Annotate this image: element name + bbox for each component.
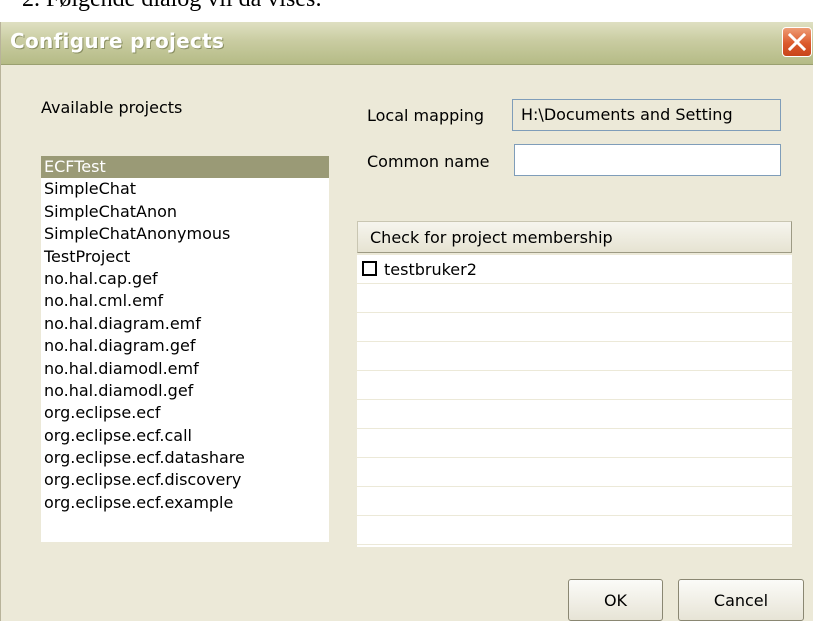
list-item[interactable]: org.eclipse.ecf.example <box>41 492 329 514</box>
close-icon <box>788 33 806 51</box>
local-mapping-label: Local mapping <box>367 106 484 125</box>
list-item[interactable]: no.hal.diamodl.emf <box>41 358 329 380</box>
close-button[interactable] <box>782 27 812 57</box>
list-item[interactable]: no.hal.cml.emf <box>41 290 329 312</box>
list-item[interactable]: org.eclipse.ecf <box>41 402 329 424</box>
list-item[interactable]: no.hal.diagram.gef <box>41 335 329 357</box>
local-mapping-field[interactable]: H:\Documents and Setting <box>512 99 781 131</box>
table-row <box>357 284 792 313</box>
list-item[interactable]: TestProject <box>41 246 329 268</box>
list-item[interactable]: SimpleChatAnon <box>41 201 329 223</box>
table-row <box>357 487 792 516</box>
table-row <box>357 429 792 458</box>
cancel-button[interactable]: Cancel <box>678 579 804 621</box>
table-row <box>357 400 792 429</box>
table-row <box>357 458 792 487</box>
list-item[interactable]: no.hal.diamodl.gef <box>41 380 329 402</box>
configure-projects-dialog: Configure projects Available projects EC… <box>0 22 813 621</box>
list-item[interactable]: org.eclipse.ecf.datashare <box>41 447 329 469</box>
common-name-input[interactable] <box>514 144 781 176</box>
table-row <box>357 516 792 545</box>
check-membership-button[interactable]: Check for project membership <box>357 221 792 253</box>
membership-table: testbruker2 <box>357 255 792 547</box>
list-item[interactable]: SimpleChat <box>41 178 329 200</box>
title-bar[interactable]: Configure projects <box>1 22 813 65</box>
table-row <box>357 371 792 400</box>
document-step-text: 2. Følgende dialog vil da vises: <box>22 0 322 13</box>
member-label: testbruker2 <box>384 260 477 279</box>
member-checkbox[interactable] <box>362 261 377 276</box>
list-item[interactable]: SimpleChatAnonymous <box>41 223 329 245</box>
list-item[interactable]: org.eclipse.ecf.call <box>41 425 329 447</box>
project-list[interactable]: ECFTest SimpleChat SimpleChatAnon SimpleCha… <box>41 156 329 542</box>
list-item[interactable]: ECFTest <box>41 156 329 179</box>
list-item[interactable]: org.eclipse.ecf.discovery <box>41 469 329 491</box>
ok-button[interactable]: OK <box>568 579 663 621</box>
common-name-label: Common name <box>367 152 490 171</box>
available-projects-label: Available projects <box>41 98 183 117</box>
list-item[interactable]: no.hal.diagram.emf <box>41 313 329 335</box>
table-row <box>357 313 792 342</box>
list-item[interactable]: no.hal.cap.gef <box>41 268 329 290</box>
window-title: Configure projects <box>10 29 225 53</box>
table-row <box>357 342 792 371</box>
table-row[interactable]: testbruker2 <box>357 255 792 284</box>
